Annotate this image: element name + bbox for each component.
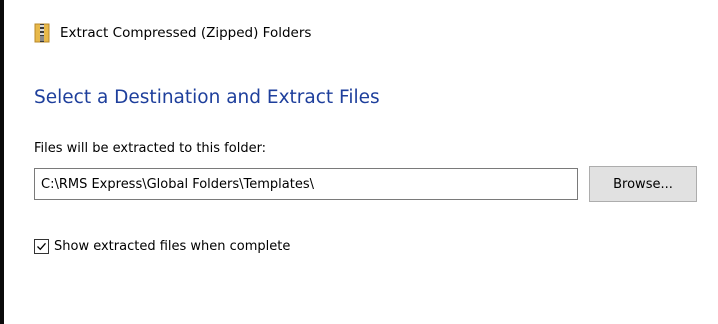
browse-button[interactable]: Browse... [589,166,697,202]
title-bar: Extract Compressed (Zipped) Folders [34,22,311,44]
show-extracted-files-label[interactable]: Show extracted files when complete [54,239,290,254]
destination-label: Files will be extracted to this folder: [34,141,267,156]
show-extracted-files-checkbox[interactable] [34,238,49,254]
window-title: Extract Compressed (Zipped) Folders [60,25,312,41]
destination-path-input[interactable] [34,168,578,200]
zip-folder-icon [34,23,50,43]
extract-dialog: Extract Compressed (Zipped) Folders Sele… [4,0,718,324]
checkmark-icon [37,242,46,250]
show-extracted-files-option[interactable]: Show extracted files when complete [34,237,290,255]
page-heading: Select a Destination and Extract Files [34,87,380,108]
